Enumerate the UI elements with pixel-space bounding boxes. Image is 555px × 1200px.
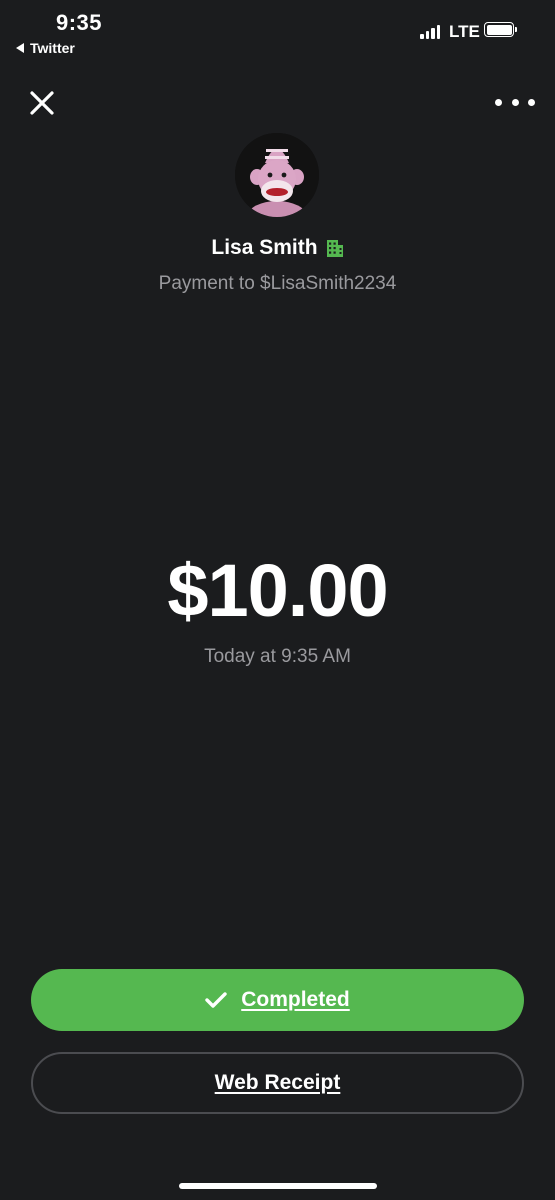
web-receipt-button[interactable]: Web Receipt: [31, 1052, 524, 1114]
home-indicator[interactable]: [179, 1183, 377, 1189]
more-options-button[interactable]: [495, 92, 535, 112]
back-to-app-link[interactable]: Twitter: [16, 40, 75, 56]
completed-button[interactable]: Completed: [31, 969, 524, 1031]
sock-monkey-avatar-icon: [235, 133, 319, 217]
checkmark-icon: [205, 992, 227, 1008]
more-horizontal-icon-dot: [528, 98, 535, 106]
payment-subtitle: Payment to $LisaSmith2234: [158, 273, 397, 294]
recipient-name: Lisa Smith: [211, 236, 318, 259]
status-time: 9:35: [56, 10, 103, 35]
back-arrow-icon: [16, 43, 24, 53]
recipient-avatar[interactable]: [235, 133, 319, 217]
more-horizontal-icon-dot: [495, 98, 502, 106]
close-button[interactable]: [27, 88, 57, 118]
battery-cap: [515, 27, 517, 32]
network-type: LTE: [449, 22, 480, 41]
recipient-name-row: Lisa Smith: [0, 236, 555, 260]
cellular-signal-icon: [420, 25, 440, 39]
back-app-label: Twitter: [30, 40, 75, 56]
payment-amount: $10.00: [167, 549, 388, 632]
web-receipt-label: Web Receipt: [214, 1071, 341, 1094]
payment-date: Today at 9:35 AM: [204, 646, 351, 667]
more-horizontal-icon-dot: [511, 98, 519, 106]
business-building-icon: [326, 239, 343, 257]
completed-label: Completed: [241, 988, 350, 1011]
battery-icon: [484, 22, 514, 37]
status-bar: 9:35 Twitter LTE: [0, 0, 555, 70]
close-icon: [30, 91, 54, 115]
